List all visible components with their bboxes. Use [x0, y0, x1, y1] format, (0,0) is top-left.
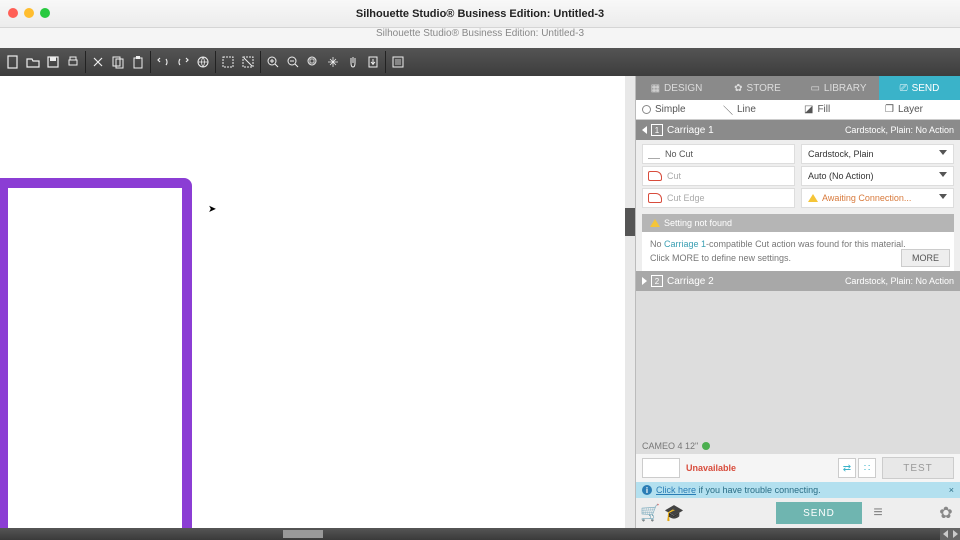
zoom-drag-button[interactable]	[323, 52, 343, 72]
vertical-scrollbar[interactable]	[625, 76, 635, 528]
connected-icon	[702, 442, 710, 450]
grid-icon: ▦	[651, 83, 660, 94]
tutorial-icon[interactable]: 🎓	[666, 505, 682, 521]
close-window-button[interactable]	[8, 8, 18, 18]
chevron-down-icon	[939, 172, 947, 181]
cut-button[interactable]	[88, 52, 108, 72]
queue-icon[interactable]: ≡	[870, 505, 886, 521]
main-toolbar	[0, 48, 960, 76]
device-status-row: Unavailable ⇄ ∷ TEST	[636, 454, 960, 482]
line-icon: ＼	[723, 102, 733, 117]
carriage-2-header[interactable]: 2 Carriage 2 Cardstock, Plain: No Action	[636, 271, 960, 291]
info-bar: i Click here if you have trouble connect…	[636, 482, 960, 498]
undo-button[interactable]	[153, 52, 173, 72]
open-file-button[interactable]	[23, 52, 43, 72]
subtab-line[interactable]: ＼Line	[717, 102, 798, 117]
cursor-icon: ➤	[208, 204, 216, 215]
zoom-window-button[interactable]	[40, 8, 50, 18]
chevron-left-icon	[642, 126, 647, 134]
scroll-left-button[interactable]	[940, 528, 950, 540]
settings-icon[interactable]: ✿	[938, 505, 954, 521]
zoom-out-button[interactable]	[283, 52, 303, 72]
test-button[interactable]: TEST	[882, 457, 954, 479]
send-button[interactable]: SEND	[776, 502, 862, 524]
print-button[interactable]	[63, 52, 83, 72]
cart-icon[interactable]: 🛒	[642, 505, 658, 521]
window-controls	[8, 8, 50, 18]
carriage-1-number: 1	[651, 124, 663, 136]
preferences-button[interactable]	[388, 52, 408, 72]
send-footer: 🛒 🎓 SEND ≡ ✿	[636, 498, 960, 528]
window-title: Silhouette Studio® Business Edition: Unt…	[356, 8, 604, 20]
device-status: Unavailable	[686, 463, 736, 473]
new-file-button[interactable]	[3, 52, 23, 72]
layer-icon: ❐	[885, 104, 894, 115]
carriage-1-link[interactable]: Carriage 1	[664, 239, 706, 249]
warning-icon	[808, 194, 818, 202]
book-icon: ▭	[810, 83, 819, 94]
scroll-right-button[interactable]	[950, 528, 960, 540]
subtab-layer[interactable]: ❐Layer	[879, 104, 960, 115]
option-no-cut[interactable]: No Cut	[642, 144, 795, 164]
info-icon: i	[642, 485, 652, 495]
deselect-button[interactable]	[238, 52, 258, 72]
gear-icon: ✿	[734, 83, 742, 94]
chevron-right-icon	[642, 277, 647, 285]
action-select[interactable]: Auto (No Action)	[801, 166, 954, 186]
design-shape[interactable]	[0, 178, 192, 528]
close-info-button[interactable]: ×	[949, 485, 954, 495]
titlebar: Silhouette Studio® Business Edition: Unt…	[0, 0, 960, 28]
document-subtitle: Silhouette Studio® Business Edition: Unt…	[0, 28, 960, 48]
tab-design[interactable]: ▦DESIGN	[636, 76, 717, 100]
zoom-in-button[interactable]	[263, 52, 283, 72]
chevron-down-icon	[939, 150, 947, 159]
device-name-row: CAMEO 4 12"	[636, 438, 960, 454]
minimize-window-button[interactable]	[24, 8, 34, 18]
send-panel: ▦DESIGN ✿STORE ▭LIBRARY ⎚SEND Simple ＼Li…	[636, 76, 960, 528]
tool-select[interactable]: Awaiting Connection...	[801, 188, 954, 208]
save-button[interactable]	[43, 52, 63, 72]
bottom-scrollbar[interactable]	[0, 528, 960, 540]
cut-icon	[648, 171, 662, 181]
warning-message: No Carriage 1-compatible Cut action was …	[642, 232, 954, 271]
warning-bar: Setting not found	[642, 214, 954, 232]
tab-send[interactable]: ⎚SEND	[879, 76, 960, 100]
option-cut-edge[interactable]: Cut Edge	[642, 188, 795, 208]
machine-icon: ⎚	[900, 83, 908, 94]
carriage-1-header[interactable]: 1 Carriage 1 Cardstock, Plain: No Action	[636, 120, 960, 140]
chevron-down-icon	[939, 194, 947, 203]
fit-page-button[interactable]	[363, 52, 383, 72]
feed-button[interactable]: ⇄	[838, 458, 856, 478]
cut-edge-icon	[648, 193, 662, 203]
empty-panel	[636, 291, 960, 438]
no-cut-icon	[648, 149, 660, 159]
material-select[interactable]: Cardstock, Plain	[801, 144, 954, 164]
redo-button[interactable]	[173, 52, 193, 72]
paste-button[interactable]	[128, 52, 148, 72]
pan-button[interactable]	[343, 52, 363, 72]
position-button[interactable]: ∷	[858, 458, 876, 478]
tab-library[interactable]: ▭LIBRARY	[798, 76, 879, 100]
tab-store[interactable]: ✿STORE	[717, 76, 798, 100]
warning-icon	[650, 219, 660, 227]
browser-button[interactable]	[193, 52, 213, 72]
mat-preview	[642, 458, 680, 478]
select-button[interactable]	[218, 52, 238, 72]
subtab-fill[interactable]: ◪Fill	[798, 104, 879, 115]
fill-icon: ◪	[804, 104, 813, 115]
canvas[interactable]: ➤	[0, 76, 636, 528]
carriage-2-number: 2	[651, 275, 663, 287]
subtab-simple[interactable]: Simple	[636, 104, 717, 115]
more-button[interactable]: MORE	[901, 249, 950, 267]
copy-button[interactable]	[108, 52, 128, 72]
zoom-selection-button[interactable]	[303, 52, 323, 72]
option-cut[interactable]: Cut	[642, 166, 795, 186]
help-link[interactable]: Click here	[656, 485, 696, 495]
